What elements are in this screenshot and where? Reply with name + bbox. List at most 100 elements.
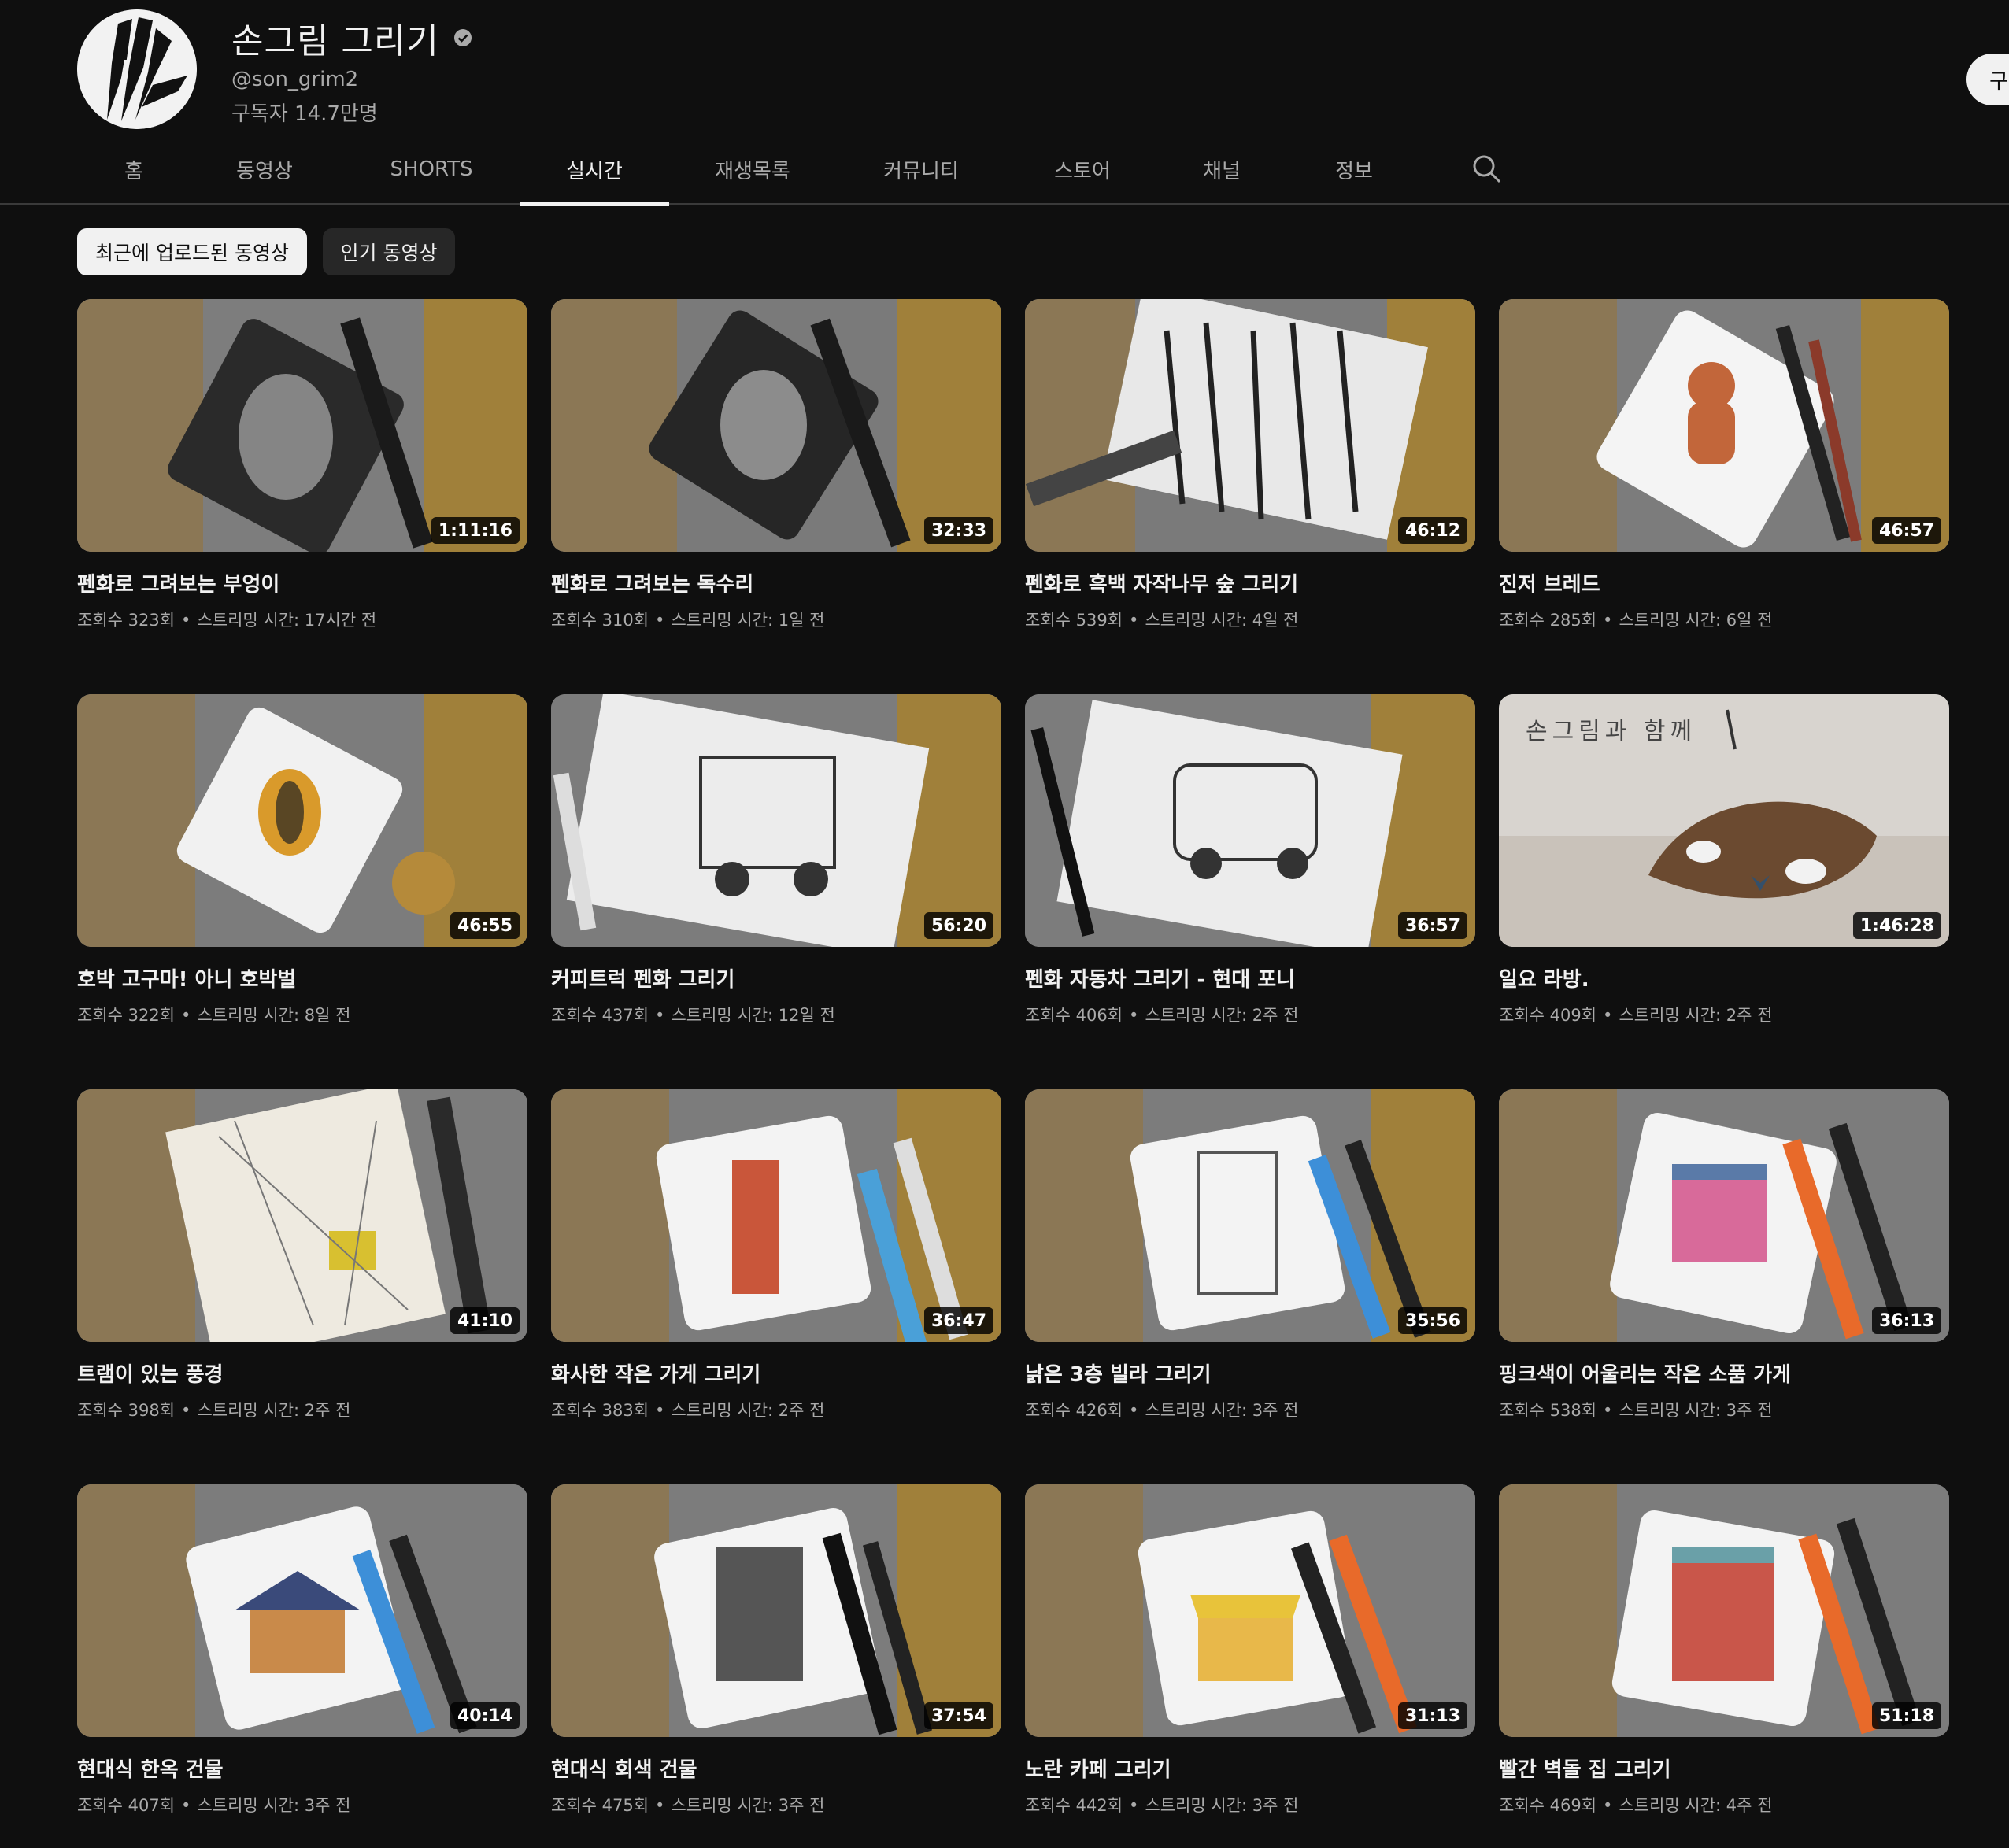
subscribe-button[interactable]: 구독 <box>1966 54 2009 105</box>
video-thumbnail[interactable]: 1:11:16 <box>77 299 527 552</box>
video-title[interactable]: 펜화로 그려보는 부엉이 <box>77 568 279 597</box>
search-icon[interactable] <box>1471 153 1502 184</box>
tab-store[interactable]: 스토어 <box>1047 134 1118 205</box>
view-count: 조회수 383회 <box>551 1401 649 1420</box>
video-card[interactable]: 41:10 트램이 있는 풍경 조회수 398회 • 스트리밍 시간: 2주 전 <box>77 1089 527 1451</box>
stream-time: 스트리밍 시간: 2주 전 <box>197 1401 351 1420</box>
video-thumbnail[interactable]: 51:18 <box>1499 1484 1949 1737</box>
channel-tab-bar: 홈 동영상 SHORTS 실시간 재생목록 커뮤니티 스토어 채널 정보 <box>0 134 2009 206</box>
view-count: 조회수 310회 <box>551 611 649 630</box>
video-thumbnail[interactable]: 56:20 <box>551 694 1001 947</box>
video-card[interactable]: 51:18 빨간 벽돌 집 그리기 조회수 469회 • 스트리밍 시간: 4주 전 <box>1499 1484 1949 1846</box>
video-card[interactable]: 36:57 펜화 자동차 그리기 - 현대 포니 조회수 406회 • 스트리밍 시… <box>1025 694 1475 1056</box>
tab-channels[interactable]: 채널 <box>1190 134 1253 205</box>
meta-separator: • <box>655 1006 665 1025</box>
video-thumbnail[interactable]: 46:55 <box>77 694 527 947</box>
video-title[interactable]: 펜화로 그려보는 독수리 <box>551 568 753 597</box>
view-count: 조회수 469회 <box>1499 1796 1597 1815</box>
video-thumbnail[interactable]: 46:57 <box>1499 299 1949 552</box>
tab-shorts[interactable]: SHORTS <box>384 134 479 205</box>
video-title[interactable]: 커피트럭 펜화 그리기 <box>551 963 734 992</box>
channel-name[interactable]: 손그림 그리기 <box>231 13 439 63</box>
video-thumbnail[interactable]: 36:47 <box>551 1089 1001 1342</box>
filter-chip-popular[interactable]: 인기 동영상 <box>323 228 455 275</box>
video-thumbnail[interactable]: 40:14 <box>77 1484 527 1737</box>
video-card[interactable]: 56:20 커피트럭 펜화 그리기 조회수 437회 • 스트리밍 시간: 12일 … <box>551 694 1001 1056</box>
video-thumbnail[interactable]: 46:12 <box>1025 299 1475 552</box>
video-title[interactable]: 호박 고구마! 아니 호박벌 <box>77 963 296 992</box>
video-card[interactable]: 46:57 진저 브레드 조회수 285회 • 스트리밍 시간: 6일 전 <box>1499 299 1949 661</box>
meta-separator: • <box>1129 1006 1139 1025</box>
video-title[interactable]: 트램이 있는 풍경 <box>77 1358 224 1388</box>
video-thumbnail[interactable]: 41:10 <box>77 1089 527 1342</box>
filter-chip-recent[interactable]: 최근에 업로드된 동영상 <box>77 228 307 275</box>
duration-badge: 46:57 <box>1871 517 1941 544</box>
video-title[interactable]: 펜화 자동차 그리기 - 현대 포니 <box>1025 963 1295 992</box>
tab-videos[interactable]: 동영상 <box>228 134 301 205</box>
video-title[interactable]: 핑크색이 어울리는 작은 소품 가게 <box>1499 1358 1791 1388</box>
stream-time: 스트리밍 시간: 8일 전 <box>197 1006 351 1025</box>
video-title[interactable]: 진저 브레드 <box>1499 568 1600 597</box>
video-thumbnail[interactable]: 35:56 <box>1025 1089 1475 1342</box>
verified-check-icon <box>453 28 472 47</box>
channel-meta: 손그림 그리기 @son_grim2 구독자 14.7만명 <box>231 14 472 127</box>
video-title[interactable]: 현대식 회색 건물 <box>551 1754 697 1783</box>
tab-home[interactable]: 홈 <box>110 134 157 205</box>
tab-live[interactable]: 실시간 <box>520 134 669 206</box>
meta-separator: • <box>1129 611 1139 630</box>
tab-community[interactable]: 커뮤니티 <box>877 134 965 205</box>
channel-avatar[interactable] <box>77 9 197 129</box>
meta-separator: • <box>181 611 191 630</box>
video-thumbnail[interactable]: 31:13 <box>1025 1484 1475 1737</box>
video-meta: 조회수 322회 • 스트리밍 시간: 8일 전 <box>77 1003 350 1026</box>
video-title[interactable]: 낡은 3층 빌라 그리기 <box>1025 1358 1212 1388</box>
video-meta: 조회수 406회 • 스트리밍 시간: 2주 전 <box>1025 1003 1298 1026</box>
video-card[interactable]: 36:47 화사한 작은 가게 그리기 조회수 383회 • 스트리밍 시간: 2주… <box>551 1089 1001 1451</box>
view-count: 조회수 442회 <box>1025 1796 1123 1815</box>
view-count: 조회수 475회 <box>551 1796 649 1815</box>
view-count: 조회수 437회 <box>551 1006 649 1025</box>
view-count: 조회수 407회 <box>77 1796 176 1815</box>
video-card[interactable]: 46:55 호박 고구마! 아니 호박벌 조회수 322회 • 스트리밍 시간: 8… <box>77 694 527 1056</box>
tab-playlists[interactable]: 재생목록 <box>709 134 797 205</box>
video-meta: 조회수 426회 • 스트리밍 시간: 3주 전 <box>1025 1398 1298 1421</box>
video-meta: 조회수 383회 • 스트리밍 시간: 2주 전 <box>551 1398 824 1421</box>
video-title[interactable]: 현대식 한옥 건물 <box>77 1754 224 1783</box>
video-meta: 조회수 285회 • 스트리밍 시간: 6일 전 <box>1499 608 1772 631</box>
meta-separator: • <box>1129 1796 1139 1815</box>
duration-badge: 51:18 <box>1871 1702 1941 1729</box>
video-title[interactable]: 화사한 작은 가게 그리기 <box>551 1358 760 1388</box>
video-card[interactable]: 37:54 현대식 회색 건물 조회수 475회 • 스트리밍 시간: 3주 전 <box>551 1484 1001 1846</box>
stream-time: 스트리밍 시간: 2주 전 <box>671 1401 825 1420</box>
duration-badge: 37:54 <box>923 1702 993 1729</box>
video-title[interactable]: 펜화로 흑백 자작나무 숲 그리기 <box>1025 568 1298 597</box>
video-card[interactable]: 손그림과 함께 1:46:28 일요 라방. 조회수 409회 • 스트리밍 시간:… <box>1499 694 1949 1056</box>
tab-about[interactable]: 정보 <box>1323 134 1386 205</box>
duration-badge: 31:13 <box>1397 1702 1467 1729</box>
video-title[interactable]: 빨간 벽돌 집 그리기 <box>1499 1754 1671 1783</box>
video-title[interactable]: 일요 라방. <box>1499 963 1589 992</box>
video-thumbnail[interactable]: 36:57 <box>1025 694 1475 947</box>
duration-badge: 46:12 <box>1397 517 1467 544</box>
stream-time: 스트리밍 시간: 3주 전 <box>1619 1401 1773 1420</box>
view-count: 조회수 539회 <box>1025 611 1123 630</box>
video-card[interactable]: 36:13 핑크색이 어울리는 작은 소품 가게 조회수 538회 • 스트리밍 시… <box>1499 1089 1949 1451</box>
thumbnail-caption: 손그림과 함께 <box>1526 718 1697 745</box>
video-card[interactable]: 46:12 펜화로 흑백 자작나무 숲 그리기 조회수 539회 • 스트리밍 시간… <box>1025 299 1475 661</box>
duration-badge: 36:57 <box>1397 912 1467 939</box>
video-thumbnail[interactable]: 36:13 <box>1499 1089 1949 1342</box>
duration-badge: 36:13 <box>1871 1307 1941 1334</box>
video-thumbnail[interactable]: 손그림과 함께 1:46:28 <box>1499 694 1949 947</box>
video-card[interactable]: 40:14 현대식 한옥 건물 조회수 407회 • 스트리밍 시간: 3주 전 <box>77 1484 527 1846</box>
video-thumbnail[interactable]: 37:54 <box>551 1484 1001 1737</box>
video-title[interactable]: 노란 카페 그리기 <box>1025 1754 1171 1783</box>
video-card[interactable]: 31:13 노란 카페 그리기 조회수 442회 • 스트리밍 시간: 3주 전 <box>1025 1484 1475 1846</box>
video-card[interactable]: 1:11:16 펜화로 그려보는 부엉이 조회수 323회 • 스트리밍 시간: 1… <box>77 299 527 661</box>
video-meta: 조회수 409회 • 스트리밍 시간: 2주 전 <box>1499 1003 1772 1026</box>
stream-time: 스트리밍 시간: 3주 전 <box>1145 1401 1299 1420</box>
video-card[interactable]: 35:56 낡은 3층 빌라 그리기 조회수 426회 • 스트리밍 시간: 3주 … <box>1025 1089 1475 1451</box>
channel-title-row: 손그림 그리기 <box>231 14 472 61</box>
video-thumbnail[interactable]: 32:33 <box>551 299 1001 552</box>
video-card[interactable]: 32:33 펜화로 그려보는 독수리 조회수 310회 • 스트리밍 시간: 1일 … <box>551 299 1001 661</box>
subscriber-count: 구독자 14.7만명 <box>231 102 378 126</box>
